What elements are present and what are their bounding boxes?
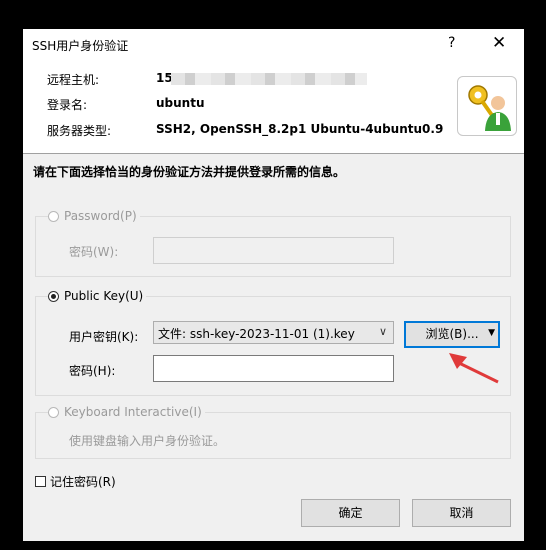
instruction-text: 请在下面选择恰当的身份验证方法并提供登录所需的信息。 bbox=[33, 165, 346, 179]
user-key-icon bbox=[457, 76, 517, 136]
publickey-radio-dot[interactable] bbox=[48, 290, 59, 302]
publickey-radio[interactable]: Public Key(U) bbox=[48, 289, 147, 303]
keyboard-interactive-group: Keyboard Interactive(I) 使用键盘输入用户身份验证。 bbox=[35, 405, 511, 459]
keyboard-interactive-radio-dot[interactable] bbox=[48, 406, 59, 418]
key-password-input[interactable] bbox=[153, 355, 394, 382]
password-radio-dot[interactable] bbox=[48, 210, 59, 222]
window-title: SSH用户身份验证 bbox=[32, 39, 129, 53]
server-type-value: SSH2, OpenSSH_8.2p1 Ubuntu-4ubuntu0.9 bbox=[156, 122, 444, 136]
close-icon[interactable]: ✕ bbox=[492, 33, 506, 53]
title-bar: SSH用户身份验证 ? ✕ bbox=[23, 29, 524, 60]
password-input-disabled[interactable] bbox=[153, 237, 394, 264]
annotation-arrow-icon bbox=[449, 353, 499, 384]
publickey-group: Public Key(U) 用户密钥(K): 文件: ssh-key-2023-… bbox=[35, 289, 511, 396]
browse-button-label: 浏览(B)... bbox=[425, 327, 479, 341]
dropdown-arrow-icon: ▼ bbox=[488, 328, 495, 338]
ssh-auth-dialog: SSH用户身份验证 ? ✕ 远程主机: 15. 登录名: ubuntu 服务器类… bbox=[23, 29, 524, 541]
login-value: ubuntu bbox=[156, 96, 205, 110]
keyboard-interactive-description: 使用键盘输入用户身份验证。 bbox=[69, 434, 226, 448]
cancel-button-label: 取消 bbox=[449, 506, 474, 520]
remember-password-box[interactable] bbox=[35, 476, 46, 487]
keyboard-interactive-label: Keyboard Interactive(I) bbox=[64, 405, 202, 419]
help-button[interactable]: ? bbox=[448, 35, 455, 51]
password-field-label: 密码(W): bbox=[69, 245, 119, 259]
ok-button-label: 确定 bbox=[338, 506, 363, 520]
user-key-value: 文件: ssh-key-2023-11-01 (1).key bbox=[158, 327, 355, 341]
ok-button[interactable]: 确定 bbox=[301, 499, 400, 527]
password-radio-label: Password(P) bbox=[64, 209, 137, 223]
password-radio[interactable]: Password(P) bbox=[48, 209, 140, 223]
user-key-label: 用户密钥(K): bbox=[69, 330, 139, 344]
cancel-button[interactable]: 取消 bbox=[412, 499, 511, 527]
password-group: Password(P) 密码(W): bbox=[35, 209, 511, 277]
server-type-label: 服务器类型: bbox=[47, 124, 112, 138]
keyboard-interactive-radio[interactable]: Keyboard Interactive(I) bbox=[48, 405, 205, 419]
login-label: 登录名: bbox=[47, 98, 88, 112]
masked-host-address bbox=[171, 73, 367, 85]
remember-password-checkbox[interactable]: 记住密码(R) bbox=[35, 473, 116, 490]
chevron-down-icon: ∨ bbox=[378, 325, 387, 338]
key-password-label: 密码(H): bbox=[69, 364, 116, 378]
remember-password-label: 记住密码(R) bbox=[50, 475, 116, 489]
user-key-select[interactable]: 文件: ssh-key-2023-11-01 (1).key ∨ bbox=[153, 321, 394, 344]
host-label: 远程主机: bbox=[47, 73, 100, 87]
browse-button[interactable]: 浏览(B)... ▼ bbox=[404, 321, 500, 348]
publickey-radio-label: Public Key(U) bbox=[64, 289, 144, 303]
